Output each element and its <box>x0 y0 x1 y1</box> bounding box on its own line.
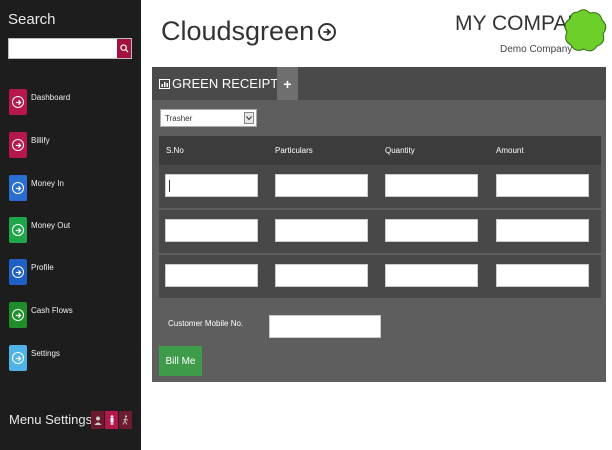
arrow-right-circle-icon <box>9 132 27 158</box>
mobile-number-input[interactable] <box>269 315 381 338</box>
add-tab-button[interactable]: + <box>277 67 298 100</box>
column-header-amount: Amount <box>496 146 524 155</box>
amount-input[interactable] <box>496 264 589 287</box>
particulars-input[interactable] <box>275 219 368 242</box>
table-row <box>159 255 601 298</box>
bill-me-button[interactable]: Bill Me <box>159 346 202 376</box>
particulars-input[interactable] <box>275 174 368 197</box>
tab-label: GREEN RECEIPT <box>172 76 279 91</box>
arrow-right-circle-icon <box>9 175 27 201</box>
arrow-right-circle-icon[interactable] <box>318 22 337 41</box>
menu-settings-label: Menu Settings <box>9 412 93 427</box>
chart-icon <box>159 78 170 89</box>
mobile-number-label: Customer Mobile No. <box>168 319 244 328</box>
quantity-input[interactable] <box>385 219 478 242</box>
search-icon <box>119 44 129 53</box>
menu-settings-icons <box>91 411 132 429</box>
column-header-particulars: Particulars <box>275 146 313 155</box>
sidebar-item-label: Settings <box>31 348 60 358</box>
sidebar-item-cash-flows[interactable]: Cash Flows <box>9 302 73 328</box>
search-input[interactable] <box>8 38 132 59</box>
arrow-right-circle-icon <box>9 302 27 328</box>
quantity-input[interactable] <box>385 174 478 197</box>
arrow-right-circle-icon <box>9 259 27 285</box>
arrow-right-circle-icon <box>9 345 27 371</box>
tab-bar: GREEN RECEIPT + <box>152 67 606 100</box>
brand[interactable]: Cloudsgreen <box>161 16 337 47</box>
sidebar-item-profile[interactable]: Profile <box>9 259 54 285</box>
table-row <box>159 165 601 208</box>
tab-green-receipt[interactable]: GREEN RECEIPT <box>152 67 278 100</box>
sidebar-item-label: Billify <box>31 135 50 145</box>
amount-input[interactable] <box>496 174 589 197</box>
sidebar-item-label: Cash Flows <box>31 305 73 315</box>
sidebar-item-money-out[interactable]: Money Out <box>9 217 70 243</box>
walking-person-icon[interactable] <box>119 411 132 429</box>
sidebar-item-settings[interactable]: Settings <box>9 345 60 371</box>
sidebar-item-dashboard[interactable]: Dashboard <box>9 89 70 115</box>
column-header-sno: S.No <box>166 146 184 155</box>
sno-input[interactable] <box>165 219 258 242</box>
sidebar: Search Dashboard Billify Money In Money … <box>0 0 141 450</box>
sidebar-item-label: Profile <box>31 262 54 272</box>
sidebar-item-label: Money Out <box>31 220 71 230</box>
sidebar-item-billify[interactable]: Billify <box>9 132 50 158</box>
arrow-right-circle-icon <box>9 217 27 243</box>
person-icon[interactable] <box>105 411 118 429</box>
search-button[interactable] <box>117 39 131 58</box>
sidebar-item-money-in[interactable]: Money In <box>9 175 64 201</box>
chevron-down-icon[interactable] <box>244 112 254 124</box>
quantity-input[interactable] <box>385 264 478 287</box>
search-label: Search <box>8 11 56 28</box>
select-value: Trasher <box>165 113 193 123</box>
amount-input[interactable] <box>496 219 589 242</box>
brand-title: Cloudsgreen <box>161 16 315 46</box>
sno-input[interactable] <box>165 264 258 287</box>
arrow-right-circle-icon <box>9 89 27 115</box>
particulars-input[interactable] <box>275 264 368 287</box>
sidebar-item-label: Money In <box>31 178 64 188</box>
company-logo <box>564 9 607 52</box>
text-cursor <box>169 180 170 192</box>
column-header-quantity: Quantity <box>385 146 415 155</box>
user-icon[interactable] <box>91 411 104 429</box>
table-header: S.No Particulars Quantity Amount <box>159 136 601 165</box>
table-row <box>159 210 601 253</box>
sidebar-item-label: Dashboard <box>31 92 71 102</box>
receipt-panel: GREEN RECEIPT + Trasher S.No Particulars… <box>152 67 606 382</box>
sno-input[interactable] <box>165 174 258 197</box>
category-select[interactable]: Trasher <box>160 109 257 127</box>
